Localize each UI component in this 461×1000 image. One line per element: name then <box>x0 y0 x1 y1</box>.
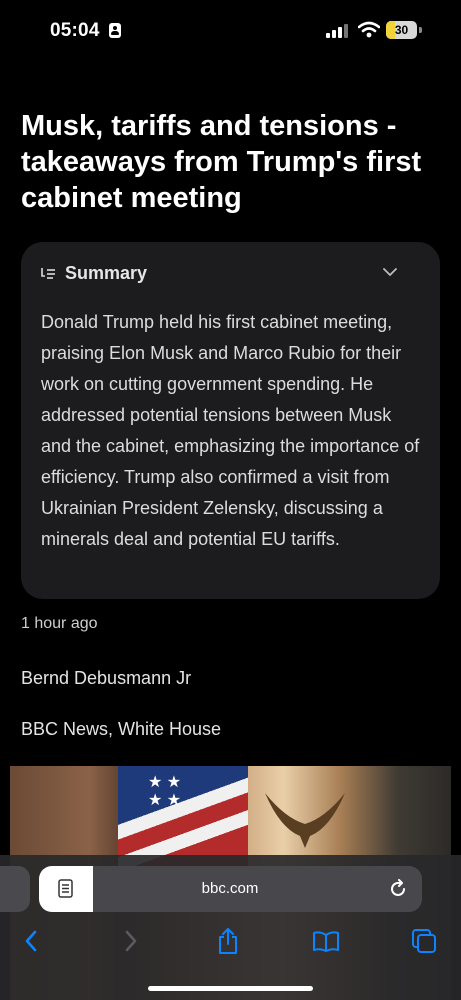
reader-mode-button[interactable] <box>39 866 93 912</box>
summary-card[interactable]: Summary Donald Trump held his first cabi… <box>21 242 440 599</box>
share-icon <box>219 928 237 954</box>
cellular-signal-icon <box>326 22 350 38</box>
article-timestamp: 1 hour ago <box>21 615 98 632</box>
summary-list-icon <box>41 268 55 279</box>
forward-button[interactable] <box>116 927 146 955</box>
battery-level: 30 <box>394 23 409 37</box>
reload-icon[interactable] <box>388 879 408 899</box>
battery-icon: 30 <box>386 21 417 39</box>
chevron-down-icon[interactable] <box>383 268 397 277</box>
tabs-icon <box>412 929 436 953</box>
tabs-button[interactable] <box>409 927 439 955</box>
status-bar: 05:04 30 <box>0 0 461 60</box>
home-indicator[interactable] <box>148 986 313 991</box>
bookmarks-button[interactable] <box>311 927 341 955</box>
bookmarks-icon <box>313 931 339 952</box>
summary-text: Donald Trump held his first cabinet meet… <box>41 312 420 549</box>
reader-icon <box>58 879 73 898</box>
battery-tip <box>419 27 422 33</box>
article-headline: Musk, tariffs and tensions - takeaways f… <box>21 110 422 214</box>
article-dateline: BBC News, White House <box>21 719 222 739</box>
summary-title: Summary <box>65 263 148 283</box>
eagle-graphic <box>265 793 345 848</box>
status-time: 05:04 <box>50 20 100 41</box>
flag-graphic <box>118 766 248 866</box>
browser-toolbar: bbc.com <box>0 855 461 1000</box>
address-bar[interactable]: bbc.com <box>39 866 422 912</box>
back-icon <box>25 930 37 952</box>
back-button[interactable] <box>16 927 46 955</box>
wifi-icon <box>358 21 380 38</box>
article-author[interactable]: Bernd Debusmann Jr <box>21 668 191 689</box>
previous-tab-strip[interactable] <box>0 866 30 912</box>
person-badge-icon <box>109 23 121 38</box>
forward-icon <box>125 930 137 952</box>
share-button[interactable] <box>213 927 243 955</box>
url-text[interactable]: bbc.com <box>93 866 367 912</box>
